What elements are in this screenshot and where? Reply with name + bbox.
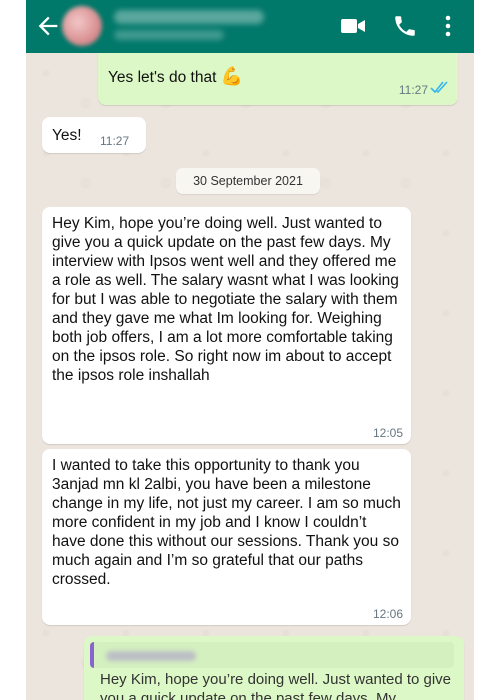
quoted-text: Hey Kim, hope you’re doing well. Just wa… [100, 671, 452, 700]
message-time: 12:06 [372, 607, 403, 621]
message-outgoing-reply[interactable]: Hey Kim, hope you’re doing well. Just wa… [84, 636, 464, 700]
phone-call-icon[interactable] [392, 13, 418, 39]
contact-status [114, 30, 224, 40]
back-arrow-icon[interactable] [34, 12, 62, 40]
message-text: I wanted to take this opportunity to tha… [52, 457, 401, 588]
message-incoming[interactable]: Hey Kim, hope you’re doing well. Just wa… [42, 207, 411, 444]
message-text: Yes! [52, 127, 82, 144]
chat-header [26, 0, 474, 53]
message-text: Yes let's do that [108, 69, 217, 86]
message-incoming[interactable]: I wanted to take this opportunity to tha… [42, 449, 411, 625]
flexed-biceps-emoji: 💪 [220, 66, 244, 86]
message-outgoing[interactable]: Yes let's do that 💪 11:27 [98, 53, 458, 105]
message-time: 11:27 [100, 134, 130, 148]
video-call-icon[interactable] [340, 14, 366, 38]
message-time: 11:27 [398, 83, 428, 97]
avatar[interactable] [62, 6, 102, 46]
quoted-author [106, 651, 196, 661]
contact-name[interactable] [114, 10, 264, 24]
double-check-read-icon [430, 81, 448, 94]
chat-screen: Yes let's do that 💪 11:27 Yes! 11:27 30 … [0, 0, 500, 700]
message-incoming[interactable]: Yes! 11:27 [42, 117, 146, 153]
message-time: 12:05 [372, 426, 403, 440]
date-separator: 30 September 2021 [176, 168, 320, 194]
quoted-message[interactable] [90, 642, 454, 668]
chat-area: Yes let's do that 💪 11:27 Yes! 11:27 30 … [26, 53, 474, 700]
more-options-icon[interactable] [442, 12, 454, 40]
message-text: Hey Kim, hope you’re doing well. Just wa… [52, 215, 399, 384]
